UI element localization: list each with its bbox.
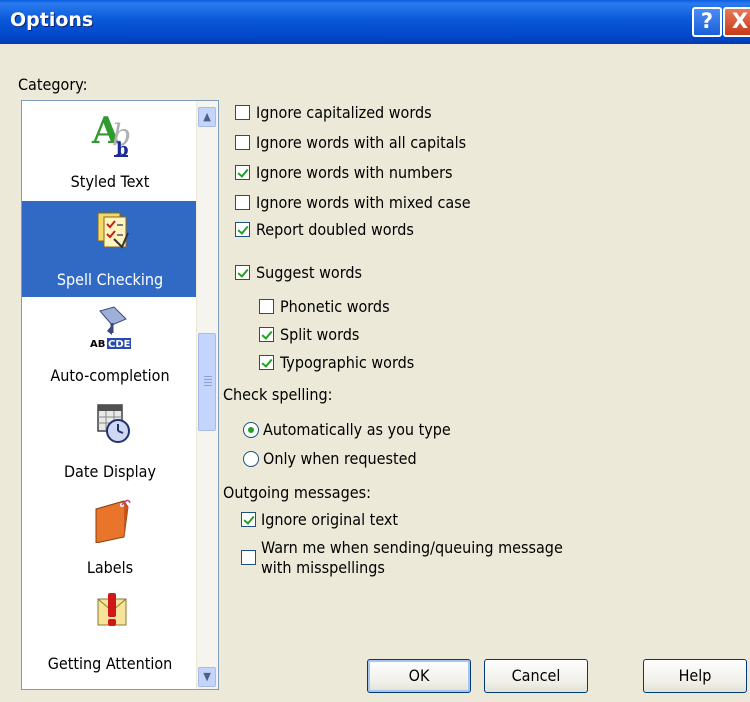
option-label: Phonetic words	[280, 297, 390, 316]
checkbox[interactable]	[235, 105, 250, 120]
option-label: Suggest words	[256, 263, 362, 282]
svg-text:CDE: CDE	[108, 339, 131, 350]
category-list[interactable]: A b b Styled Text Spell Checking AB CDE	[21, 100, 219, 690]
help-button[interactable]: Help	[643, 659, 747, 693]
option-label: Ignore capitalized words	[256, 103, 432, 122]
checkbox-checked[interactable]	[235, 265, 250, 280]
category-item-getting-attention[interactable]: Getting Attention	[22, 585, 198, 681]
svg-text:AB: AB	[90, 339, 105, 350]
checkbox[interactable]	[235, 195, 250, 210]
category-scrollbar[interactable]: ▲ ▼	[196, 101, 218, 689]
option-label: Ignore original text	[261, 510, 399, 529]
svg-text:b: b	[116, 139, 129, 157]
category-item-label: Auto-completion	[50, 366, 170, 385]
option-label: Report doubled words	[256, 220, 414, 239]
getting-attention-icon	[97, 593, 127, 626]
outgoing-messages-heading: Outgoing messages:	[223, 483, 371, 502]
checkbox[interactable]	[241, 550, 256, 565]
close-button[interactable]: X	[723, 7, 750, 37]
category-item-label: Spell Checking	[56, 270, 164, 289]
option-label: Ignore words with all capitals	[256, 133, 467, 152]
category-item-label: Labels	[86, 558, 134, 577]
category-item-label: Styled Text	[70, 172, 150, 191]
window-title: Options	[10, 9, 94, 31]
radio[interactable]	[243, 451, 259, 467]
spell-checking-icon	[97, 212, 129, 249]
help-title-button[interactable]: ?	[692, 7, 722, 37]
category-item-auto-completion[interactable]: AB CDE Auto-completion	[22, 297, 198, 393]
styled-text-icon: A b b	[91, 110, 131, 157]
option-label-line1: Warn me when sending/queuing message	[261, 538, 563, 557]
checkbox[interactable]	[235, 135, 250, 150]
checkbox-checked[interactable]	[235, 165, 250, 180]
labels-icon	[95, 499, 131, 543]
category-item-label: Date Display	[63, 462, 157, 481]
option-label: Ignore words with mixed case	[256, 193, 471, 212]
date-display-icon	[97, 404, 130, 443]
category-item-labels[interactable]: Labels	[22, 489, 198, 585]
check-spelling-heading: Check spelling:	[223, 385, 333, 404]
option-label-line2: with misspellings	[261, 558, 385, 577]
checkbox[interactable]	[259, 299, 274, 314]
scroll-thumb[interactable]	[198, 333, 216, 431]
scroll-up-button[interactable]: ▲	[198, 107, 216, 127]
ok-button[interactable]: OK	[367, 659, 471, 693]
title-bar: Options ? X	[0, 0, 750, 44]
category-item-spell-checking[interactable]: Spell Checking	[22, 201, 198, 297]
option-label: Ignore words with numbers	[256, 163, 453, 182]
checkbox-checked[interactable]	[241, 512, 256, 527]
scroll-grip-icon	[204, 376, 212, 377]
cancel-button[interactable]: Cancel	[484, 659, 588, 693]
checkbox-checked[interactable]	[259, 355, 274, 370]
category-label: Category:	[18, 75, 88, 94]
category-item-date-display[interactable]: Date Display	[22, 393, 198, 489]
option-label: Typographic words	[280, 353, 415, 372]
option-label: Automatically as you type	[263, 420, 451, 439]
scroll-down-button[interactable]: ▼	[198, 667, 216, 687]
option-label: Only when requested	[263, 449, 417, 468]
option-label: Split words	[280, 325, 360, 344]
category-item-styled-text[interactable]: A b b Styled Text	[22, 103, 198, 199]
auto-completion-icon: AB CDE	[90, 306, 131, 350]
category-item-label: Getting Attention	[47, 654, 173, 673]
checkbox-checked[interactable]	[235, 222, 250, 237]
radio-selected[interactable]	[243, 422, 259, 438]
checkbox-checked[interactable]	[259, 327, 274, 342]
